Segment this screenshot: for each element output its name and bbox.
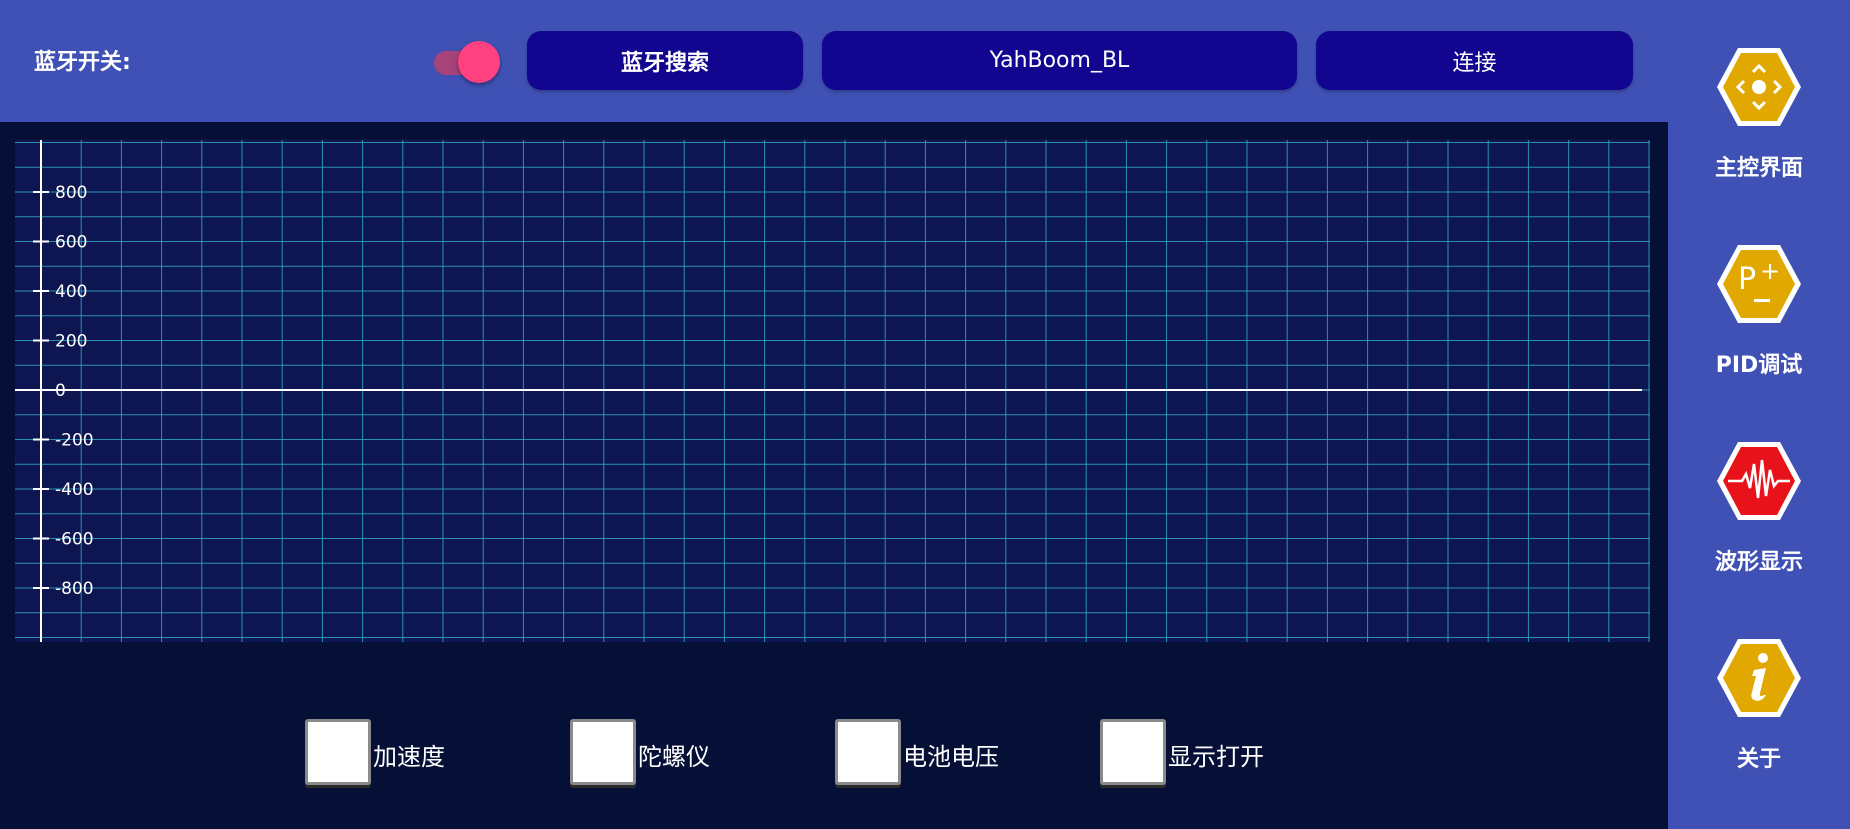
- y-tick-label: 400: [55, 282, 87, 302]
- checkbox-label: 加速度: [373, 743, 445, 771]
- svg-text:+: +: [1760, 257, 1780, 285]
- side-nav: 主控界面 P + PID调试 波形显示 关于: [1668, 0, 1850, 829]
- nav-about[interactable]: 关于: [1668, 637, 1850, 817]
- waveform-chart: 800 600 400 200 0 -200 -400 -600 -800: [15, 140, 1650, 642]
- toggle-thumb: [458, 41, 500, 83]
- y-tick-label: -400: [55, 480, 94, 500]
- device-select-button[interactable]: YahBoom_BL: [822, 31, 1297, 90]
- nav-pid-tuning[interactable]: P + PID调试: [1668, 243, 1850, 423]
- bluetooth-toggle[interactable]: [432, 40, 504, 84]
- y-tick-label: 0: [55, 381, 66, 401]
- nav-main-control[interactable]: 主控界面: [1668, 46, 1850, 226]
- top-bar: 蓝牙开关: 蓝牙搜索 YahBoom_BL 连接: [0, 0, 1668, 122]
- nav-label: 波形显示: [1714, 550, 1803, 575]
- pid-adjust-icon: P +: [1717, 245, 1801, 323]
- info-icon: [1717, 639, 1801, 717]
- y-tick-label: -600: [55, 530, 94, 550]
- svg-text:P: P: [1738, 262, 1756, 297]
- checkbox-box[interactable]: [1100, 719, 1166, 785]
- connect-button[interactable]: 连接: [1316, 31, 1633, 90]
- waveform-icon: [1717, 442, 1801, 520]
- joystick-icon: [1717, 48, 1801, 126]
- bluetooth-search-button[interactable]: 蓝牙搜索: [527, 31, 803, 90]
- y-tick-label: 200: [55, 332, 87, 352]
- checkbox-box[interactable]: [570, 719, 636, 785]
- y-tick-label: -800: [55, 579, 94, 599]
- checkbox-label: 显示打开: [1168, 743, 1264, 771]
- nav-label: PID调试: [1715, 353, 1803, 378]
- bluetooth-switch-label: 蓝牙开关:: [34, 50, 131, 75]
- checkbox-label: 电池电压: [903, 743, 999, 771]
- app-window: 蓝牙开关: 蓝牙搜索 YahBoom_BL 连接 800 600 400 200 0 -2…: [0, 0, 1850, 829]
- nav-label: 关于: [1736, 747, 1781, 772]
- y-tick-label: 800: [55, 183, 87, 203]
- nav-label: 主控界面: [1714, 156, 1803, 181]
- y-tick-label: 600: [55, 233, 87, 253]
- checkbox-box[interactable]: [835, 719, 901, 785]
- chart-canvas: 800 600 400 200 0 -200 -400 -600 -800: [15, 140, 1650, 642]
- checkbox-box[interactable]: [305, 719, 371, 785]
- y-tick-label: -200: [55, 431, 94, 451]
- nav-waveform-display[interactable]: 波形显示: [1668, 440, 1850, 620]
- checkbox-label: 陀螺仪: [638, 743, 710, 771]
